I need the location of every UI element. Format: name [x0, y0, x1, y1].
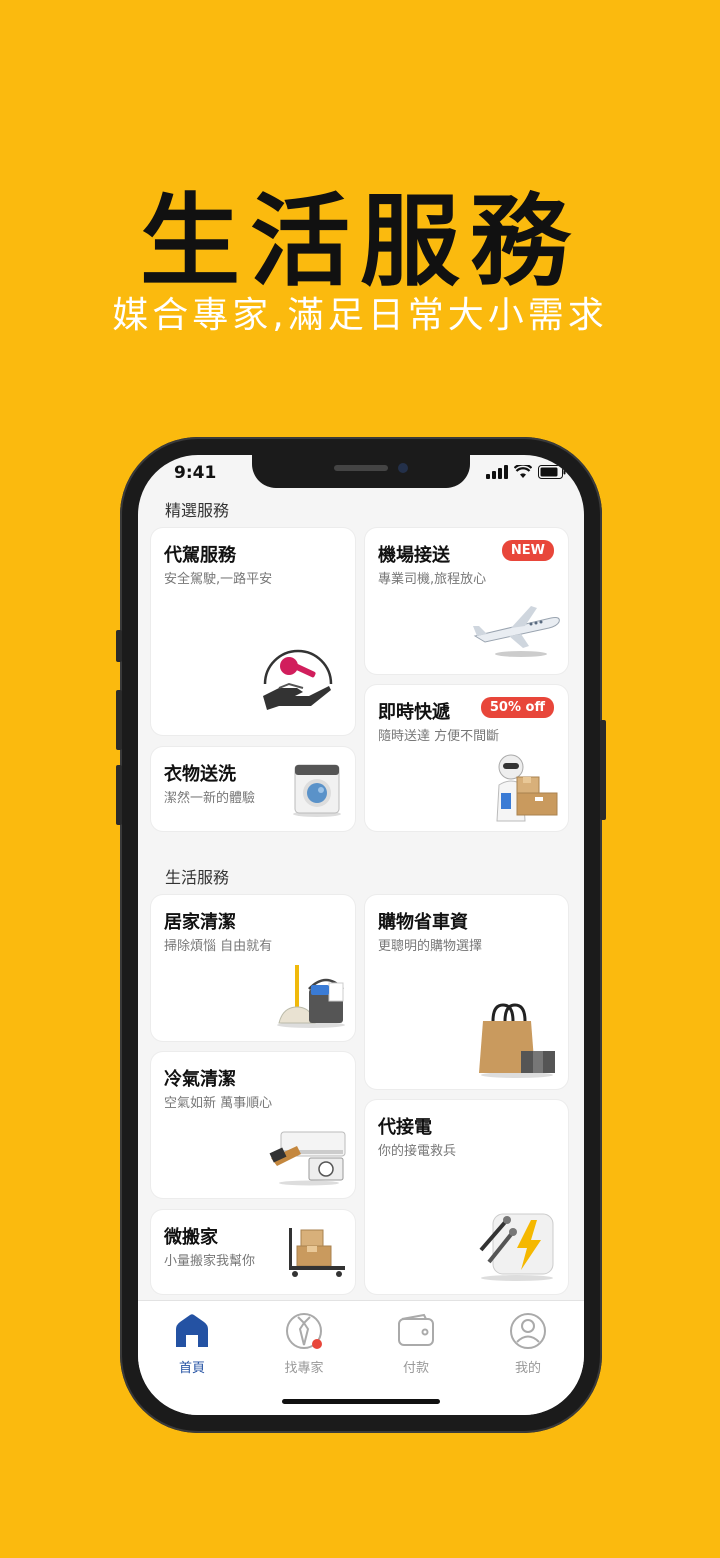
- card-ac-cleaning[interactable]: 冷氣清潔 空氣如新 萬事順心: [151, 1052, 355, 1198]
- card-title: 機場接送: [378, 545, 450, 566]
- washing-machine-icon: [293, 764, 341, 817]
- card-title: 冷氣清潔: [164, 1069, 236, 1090]
- moving-cart-icon: [289, 1228, 345, 1277]
- tab-label: 我的: [514, 1361, 541, 1376]
- card-subtitle: 潔然一新的體驗: [164, 791, 256, 806]
- phone-mute-button: [116, 630, 122, 662]
- section-title-featured: 精選服務: [165, 501, 230, 520]
- card-subtitle: 小量搬家我幫你: [164, 1254, 256, 1269]
- card-title: 購物省車資: [378, 912, 468, 933]
- card-subtitle: 空氣如新 萬事順心: [164, 1096, 273, 1111]
- card-title: 衣物送洗: [164, 764, 236, 785]
- tab-payment[interactable]: 付款: [376, 1311, 456, 1376]
- status-icons: [486, 465, 566, 479]
- card-jump-start[interactable]: 代接電 你的接電救兵: [365, 1100, 568, 1294]
- card-home-cleaning[interactable]: 居家清潔 掃除煩惱 自由就有: [151, 895, 355, 1041]
- home-indicator[interactable]: [282, 1399, 440, 1404]
- card-airport-transfer[interactable]: 機場接送 NEW 專業司機,旅程放心: [365, 528, 568, 674]
- card-designated-driver[interactable]: 代駕服務 安全駕駛,一路平安: [151, 528, 355, 735]
- card-shopping[interactable]: 購物省車資 更聰明的購物選擇: [365, 895, 568, 1089]
- airplane-icon: [473, 606, 560, 657]
- card-title: 代接電: [378, 1117, 432, 1138]
- jumper-cable-icon: [479, 1213, 554, 1281]
- section-title-life: 生活服務: [165, 868, 230, 887]
- tab-label: 首頁: [178, 1361, 205, 1376]
- phone-volume-up: [116, 690, 122, 750]
- hero-title: 生活服務: [140, 183, 580, 300]
- home-icon: [172, 1311, 212, 1351]
- card-mini-moving[interactable]: 微搬家 小量搬家我幫你: [151, 1210, 355, 1294]
- phone-volume-down: [116, 765, 122, 825]
- hero-subtitle: 媒合專家,滿足日常大小需求: [112, 295, 608, 336]
- notch: [252, 455, 470, 488]
- card-subtitle: 安全駕駛,一路平安: [164, 572, 273, 587]
- card-laundry[interactable]: 衣物送洗 潔然一新的體驗: [151, 747, 355, 831]
- card-subtitle: 掃除煩惱 自由就有: [164, 939, 273, 954]
- status-time: 9:41: [174, 463, 217, 483]
- phone-screen: 9:41 精選服務 代駕服務 安全駕駛,一路平安 機場接送 NEW 專業司機,旅…: [138, 455, 584, 1415]
- speaker: [334, 465, 388, 471]
- camera: [398, 463, 408, 473]
- air-conditioner-icon: [269, 1131, 346, 1186]
- signal-icon: [486, 465, 508, 479]
- tab-label: 找專家: [284, 1361, 324, 1376]
- wallet-icon: [396, 1311, 436, 1351]
- tab-home[interactable]: 首頁: [152, 1311, 232, 1376]
- shopping-bag-icon: [479, 1003, 555, 1078]
- battery-icon: [538, 465, 566, 479]
- card-subtitle: 更聰明的購物選擇: [378, 939, 483, 954]
- wifi-icon: [514, 465, 532, 478]
- discount-badge: 50% off: [480, 697, 554, 718]
- courier-boxes-icon: [496, 754, 558, 822]
- car-key-hand-icon: [263, 649, 333, 710]
- card-subtitle: 專業司機,旅程放心: [378, 572, 487, 587]
- phone-power-button: [600, 720, 606, 820]
- tab-find-expert[interactable]: 找專家: [264, 1311, 344, 1376]
- tab-label: 付款: [402, 1361, 429, 1376]
- tab-bar: 首頁 找專家 付款 我的: [138, 1300, 584, 1415]
- card-subtitle: 隨時送達 方便不間斷: [378, 729, 500, 744]
- broom-bucket-icon: [277, 965, 345, 1028]
- card-subtitle: 你的接電救兵: [378, 1144, 457, 1159]
- card-title: 居家清潔: [164, 912, 236, 933]
- tab-profile[interactable]: 我的: [488, 1311, 568, 1376]
- card-title: 代駕服務: [164, 545, 236, 566]
- card-express-delivery[interactable]: 即時快遞 50% off 隨時送達 方便不間斷: [365, 685, 568, 831]
- card-title: 微搬家: [164, 1227, 218, 1248]
- new-badge: NEW: [501, 540, 554, 561]
- expert-tie-icon: [284, 1311, 324, 1351]
- profile-icon: [508, 1311, 548, 1351]
- card-title: 即時快遞: [378, 702, 450, 723]
